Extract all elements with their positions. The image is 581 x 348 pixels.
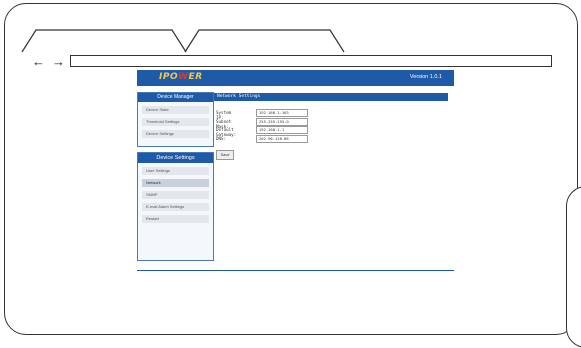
footer-divider (137, 270, 454, 271)
address-bar[interactable] (70, 55, 552, 67)
menu-item-device-settings[interactable]: Device Settings (142, 130, 209, 138)
menu-item-email-alarm-settings[interactable]: E-mail Alarm Settings (142, 203, 209, 211)
device-settings-title: Device Settings (138, 153, 213, 163)
logo-x-text: W (178, 72, 189, 82)
logo-right-text: ER (188, 72, 203, 82)
browser-tabs-outline (21, 29, 345, 53)
default-gateway-input[interactable]: 192.168.1.1 (256, 126, 308, 134)
back-arrow-icon[interactable]: ← (32, 55, 45, 68)
tab-right[interactable] (184, 29, 345, 53)
menu-item-device-state[interactable]: Device State (142, 106, 209, 114)
device-manager-panel: Device Manager Device State Threshold Se… (137, 92, 214, 147)
logo-left-text: IPO (159, 72, 179, 82)
system-ip-input[interactable]: 192.168.1.163 (256, 109, 308, 117)
menu-item-user-settings[interactable]: User Settings (142, 167, 209, 175)
tab-left[interactable] (21, 29, 187, 53)
menu-item-network[interactable]: Network (142, 179, 209, 187)
dns-input[interactable]: 202.96.128.86 (256, 134, 308, 143)
dns-label: DNS: (216, 135, 227, 141)
menu-item-restart[interactable]: Restart (142, 215, 209, 223)
page-header: IPOWER Version 1.0.1 (137, 70, 454, 86)
subnet-mask-input[interactable]: 255.255.255.0 (256, 117, 308, 126)
brand-logo: IPOWER (159, 72, 203, 82)
device-settings-panel: Device Settings User Settings Network SN… (137, 152, 214, 261)
version-label: Version 1.0.1 (409, 74, 442, 80)
network-settings-title: Network Settings (214, 93, 448, 101)
device-manager-title: Device Manager (138, 93, 213, 102)
tablet-side-frame (566, 186, 581, 348)
menu-item-snmp[interactable]: SNMP (142, 191, 209, 199)
menu-item-threshold-settings[interactable]: Threshold Settings (142, 118, 209, 126)
forward-arrow-icon[interactable]: → (52, 55, 65, 68)
save-button[interactable]: Save (216, 150, 234, 160)
